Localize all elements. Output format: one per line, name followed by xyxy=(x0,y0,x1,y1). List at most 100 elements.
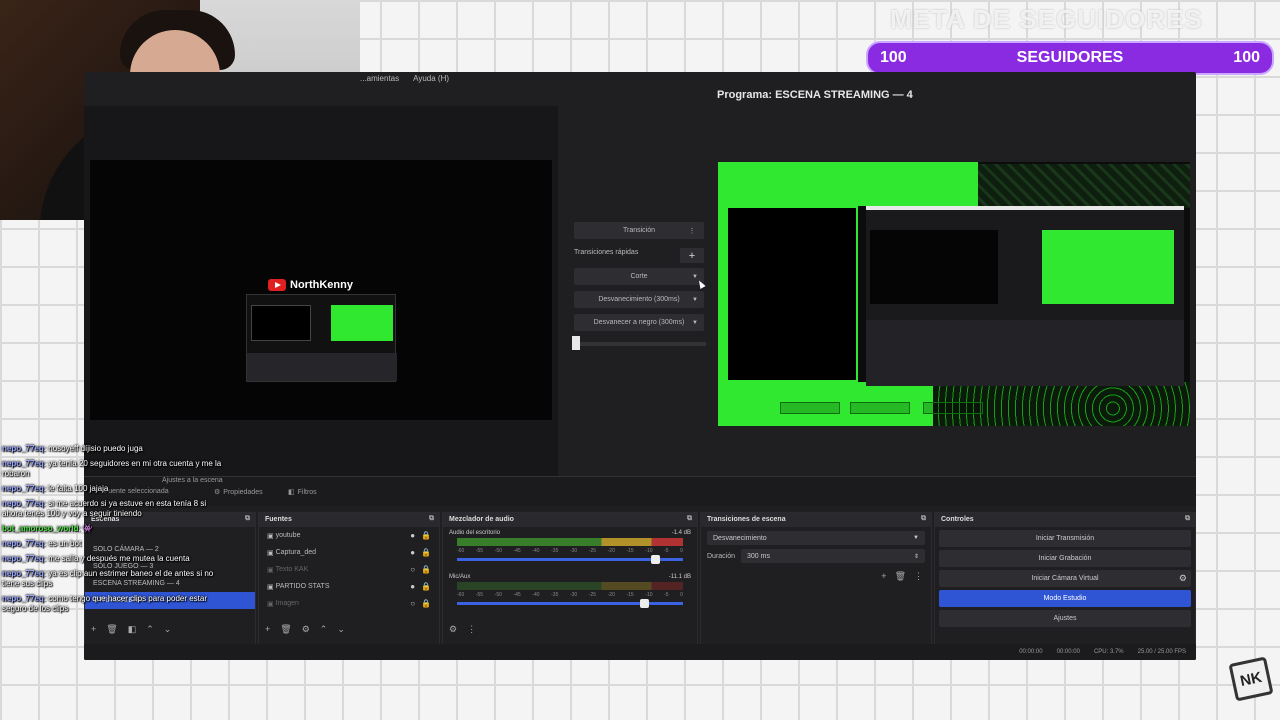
chat-text: es un bot xyxy=(48,539,82,548)
more-vertical-icon[interactable]: ⋮ xyxy=(914,571,923,582)
lock-icon[interactable]: 🔒 xyxy=(421,599,431,608)
undock-icon[interactable]: ⧉ xyxy=(245,515,250,523)
lock-icon[interactable]: 🔒 xyxy=(421,565,431,574)
channel-logo: NK xyxy=(1228,656,1274,702)
stepper-icon: ⇕ xyxy=(913,553,919,560)
cpu-usage: CPU: 3.7% xyxy=(1093,649,1124,655)
transition-more-button[interactable]: ⋮ xyxy=(680,222,704,239)
undock-icon[interactable]: ⧉ xyxy=(429,515,434,523)
button-label: Iniciar Transmisión xyxy=(1035,535,1095,542)
settings-button[interactable]: Ajustes xyxy=(939,610,1191,627)
add-quick-transition-button[interactable]: + xyxy=(680,248,704,263)
dock-title: Controles xyxy=(941,516,974,523)
dock-tab-strip: Ajustes a la escena Fuente seleccionada … xyxy=(84,476,1196,506)
gear-icon[interactable]: ⚙ xyxy=(302,624,310,635)
source-item[interactable]: ▣ Texto KAK ○ 🔒 xyxy=(259,561,439,578)
eye-hidden-icon[interactable]: ○ xyxy=(410,565,415,574)
mouse-cursor-icon xyxy=(696,279,706,289)
menu-help[interactable]: Ayuda (H) xyxy=(413,74,449,83)
eye-hidden-icon[interactable]: ○ xyxy=(410,599,415,608)
add-icon[interactable]: + xyxy=(881,571,886,582)
mixer-channel-header: Mic/Aux -11.1 dB xyxy=(443,571,697,580)
start-recording-button[interactable]: Iniciar Grabación xyxy=(939,550,1191,567)
followers-goal-bar: 100 SEGUIDORES 100 xyxy=(866,41,1274,75)
preview-logo: NorthKenny xyxy=(268,279,353,291)
lock-icon[interactable]: 🔒 xyxy=(421,531,431,540)
volume-knob[interactable] xyxy=(651,555,661,564)
start-virtual-camera-button[interactable]: Iniciar Cámara Virtual ⚙ xyxy=(939,570,1191,587)
chat-message: nepo_77eq: es un bot xyxy=(2,539,82,548)
undock-icon[interactable]: ⧉ xyxy=(921,515,926,523)
eye-icon[interactable]: ● xyxy=(410,548,415,557)
gear-icon[interactable]: ⚙ xyxy=(449,624,457,635)
eye-icon[interactable]: ● xyxy=(410,582,415,591)
source-item[interactable]: ▣ PARTIDO STATS ● 🔒 xyxy=(259,578,439,595)
lock-icon[interactable]: 🔒 xyxy=(421,548,431,557)
menu-bar: ...amientas Ayuda (H) xyxy=(360,74,449,83)
trash-icon[interactable]: 🗑 xyxy=(895,571,906,582)
mixer-toolbar: ⚙ ⋮ xyxy=(449,624,476,635)
program-overlay-banner xyxy=(718,162,978,206)
arrow-up-icon[interactable]: ⌃ xyxy=(320,624,328,635)
more-vertical-icon[interactable]: ⋮ xyxy=(467,624,476,635)
tab-filters[interactable]: ◧ Filtros xyxy=(288,488,317,497)
filter-icon: ◧ xyxy=(288,489,295,496)
volume-slider[interactable] xyxy=(457,599,683,608)
eye-icon[interactable]: ● xyxy=(410,531,415,540)
quick-item-label: Desvanecer a negro (300ms) xyxy=(593,319,685,326)
fps-readout: 25.00 / 25.00 FPS xyxy=(1137,649,1186,655)
arrow-down-icon[interactable]: ⌄ xyxy=(337,624,345,635)
meter-tick: -60 xyxy=(457,592,465,598)
meter-tick: -40 xyxy=(532,548,540,554)
source-item[interactable]: ▣ Imagen ○ 🔒 xyxy=(259,595,439,612)
duration-label: Duración xyxy=(707,552,736,560)
transition-type-select[interactable]: Desvanecimiento ▼ xyxy=(707,531,925,545)
program-canvas xyxy=(718,162,1190,426)
meter-tick: 0 xyxy=(680,592,683,598)
source-label: Texto KAK xyxy=(275,566,309,573)
tbar-handle[interactable] xyxy=(572,336,580,350)
source-item[interactable]: ▣ youtube ● 🔒 xyxy=(259,527,439,544)
quick-transition-cut[interactable]: Corte ▼ xyxy=(574,268,704,285)
chevron-down-icon: ▼ xyxy=(692,319,698,326)
chat-username: nepo_77eq xyxy=(2,459,44,468)
undock-icon[interactable]: ⧉ xyxy=(687,515,692,523)
tbar-track[interactable] xyxy=(574,342,706,346)
studio-mode-button[interactable]: Modo Estudio xyxy=(939,590,1191,607)
sources-toolbar: + 🗑 ⚙ ⌃ ⌄ xyxy=(265,624,345,635)
chat-overlay: nepo_77eq: nosoyeff díjisio puedo juga ne… xyxy=(2,444,224,720)
meter-tick: -35 xyxy=(551,592,559,598)
gear-icon[interactable]: ⚙ xyxy=(1179,573,1187,584)
chat-text: nosoyeff díjisio puedo juga xyxy=(48,444,143,453)
volume-slider[interactable] xyxy=(457,555,683,564)
add-icon[interactable]: + xyxy=(265,624,270,635)
source-item[interactable]: ▣ Captura_ded ● 🔒 xyxy=(259,544,439,561)
nested-preview xyxy=(870,230,998,304)
trash-icon[interactable]: 🗑 xyxy=(280,624,291,635)
scene-transitions-dock: Transiciones de escena ⧉ Desvanecimiento ▼… xyxy=(700,512,932,660)
meter-tick: -50 xyxy=(494,592,502,598)
controls-dock-header: Controles ⧉ xyxy=(935,513,1195,527)
channel-logo-text: NK xyxy=(1238,668,1264,690)
undock-icon[interactable]: ⧉ xyxy=(1185,515,1190,523)
preview-logo-text: NorthKenny xyxy=(290,279,353,291)
audio-mixer-dock: Mezclador de audio ⧉ Audio del escritorio… xyxy=(442,512,698,660)
chat-message: nepo_77eq: si me acuerdo si ya estuve en… xyxy=(2,499,207,518)
more-vertical-icon: ⋮ xyxy=(688,227,696,235)
followers-target: 100 xyxy=(1233,49,1260,66)
start-streaming-button[interactable]: Iniciar Transmisión xyxy=(939,530,1191,547)
followers-current: 100 xyxy=(880,49,907,66)
volume-knob[interactable] xyxy=(640,599,650,608)
quick-transition-fade[interactable]: Desvanecimiento (300ms) ▼ xyxy=(574,291,704,308)
controls-dock: Controles ⧉ Iniciar Transmisión Iniciar G… xyxy=(934,512,1196,660)
quick-transition-fade-black[interactable]: Desvanecer a negro (300ms) ▼ xyxy=(574,314,704,331)
chat-username: nepo_77eq xyxy=(2,444,44,453)
meter-ticks: -60 -55 -50 -45 -40 -35 -30 -25 -20 -15 -10 -5 0 xyxy=(457,592,683,598)
program-camera-slot xyxy=(726,206,858,382)
meter-tick: -40 xyxy=(532,592,540,598)
quick-item-label: Corte xyxy=(630,273,648,280)
meter-tick: -20 xyxy=(607,548,615,554)
menu-tools[interactable]: ...amientas xyxy=(360,74,399,83)
lock-icon[interactable]: 🔒 xyxy=(421,582,431,591)
duration-input[interactable]: 300 ms ⇕ xyxy=(741,549,925,563)
